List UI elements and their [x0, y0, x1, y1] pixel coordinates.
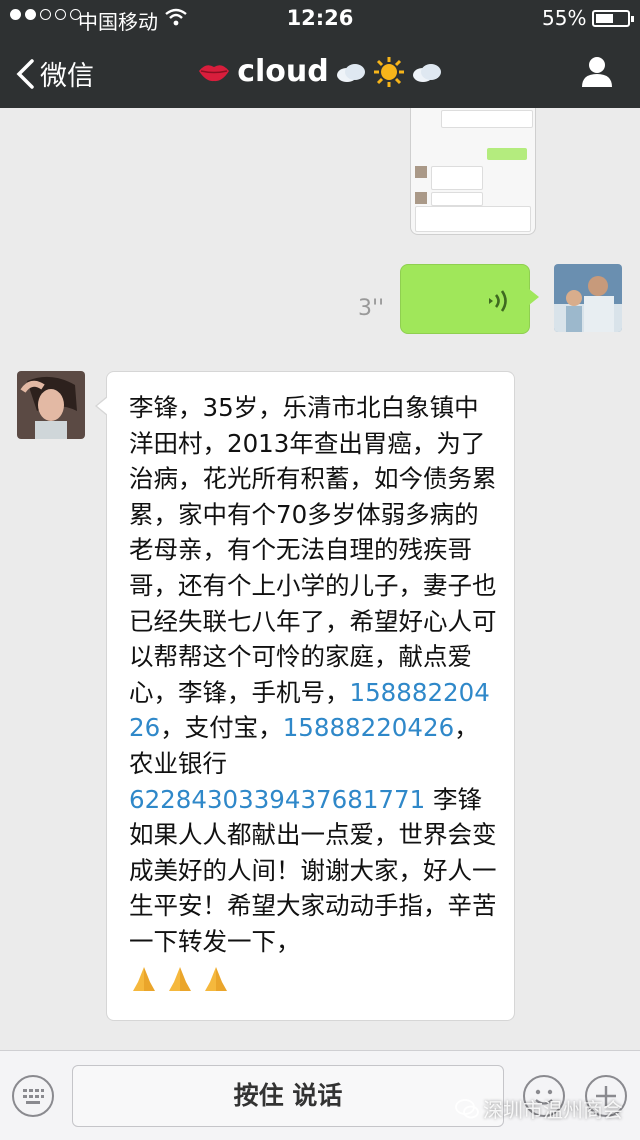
message-text: 李锋，35岁，乐清市北白象镇中洋田村，2013年查出胃癌，为了治病，花光所有积蓄…	[129, 390, 500, 1003]
wechat-logo-icon	[455, 1098, 479, 1118]
hold-to-talk-button[interactable]: 按住 说话	[72, 1065, 504, 1127]
status-bar: 中国移动 12:26 55%	[0, 0, 640, 36]
praying-hands-icon	[165, 964, 195, 994]
battery-percent: 55%	[542, 6, 587, 30]
phone-link[interactable]: 15888220426	[283, 713, 454, 742]
account-number-link[interactable]: 6228430339437681771	[129, 785, 425, 814]
voice-duration: 3''	[358, 296, 385, 321]
lips-icon	[199, 64, 230, 81]
voice-message-bubble[interactable]	[400, 264, 539, 334]
chat-title: cloud	[0, 54, 640, 89]
keyboard-icon[interactable]	[12, 1075, 54, 1117]
text-message-bubble[interactable]: 李锋，35岁，乐清市北白象镇中洋田村，2013年查出胃癌，为了治病，花光所有积蓄…	[95, 371, 515, 1021]
avatar[interactable]	[17, 371, 85, 439]
cloud-icon	[336, 63, 365, 82]
watermark: 深圳市温州商会	[455, 1094, 623, 1123]
profile-icon[interactable]	[580, 54, 614, 88]
chat-title-text: cloud	[237, 54, 329, 89]
top-bar: 中国移动 12:26 55% 微信 cloud	[0, 0, 640, 108]
praying-hands-icon	[201, 964, 231, 994]
cloud-icon	[412, 63, 441, 82]
image-message[interactable]	[410, 108, 536, 235]
praying-hands-emoji	[129, 964, 237, 1004]
voice-wave-icon	[489, 290, 507, 312]
watermark-text: 深圳市温州商会	[483, 1098, 623, 1122]
sun-icon	[373, 56, 404, 87]
avatar[interactable]	[554, 264, 622, 332]
battery-icon	[592, 10, 634, 27]
praying-hands-icon	[129, 964, 159, 994]
